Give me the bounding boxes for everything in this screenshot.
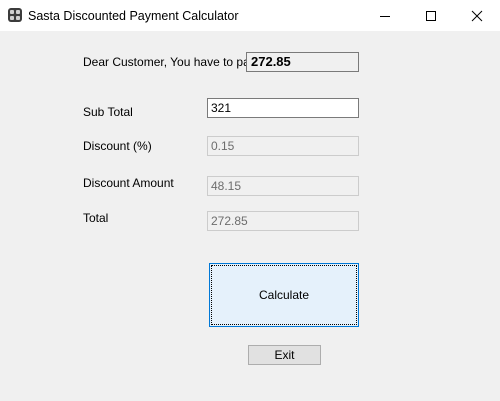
total-field: 272.85 bbox=[207, 211, 359, 231]
pay-amount-display: 272.85 bbox=[246, 52, 359, 72]
discount-amount-field: 48.15 bbox=[207, 176, 359, 196]
pay-label: Dear Customer, You have to pay bbox=[83, 55, 256, 69]
calculator-icon bbox=[8, 8, 22, 22]
close-button[interactable] bbox=[454, 0, 500, 31]
discount-percent-label: Discount (%) bbox=[83, 139, 152, 153]
app-window: Sasta Discounted Payment Calculator Dear… bbox=[0, 0, 500, 401]
maximize-button[interactable] bbox=[408, 0, 454, 31]
maximize-icon bbox=[426, 11, 436, 21]
discount-amount-label: Discount Amount bbox=[83, 176, 174, 190]
minimize-button[interactable] bbox=[362, 0, 408, 31]
exit-button[interactable]: Exit bbox=[248, 345, 321, 365]
subtotal-input[interactable]: 321 bbox=[207, 98, 359, 118]
calculate-button[interactable]: Calculate bbox=[209, 263, 359, 327]
title-bar[interactable]: Sasta Discounted Payment Calculator bbox=[0, 0, 500, 31]
discount-percent-field: 0.15 bbox=[207, 136, 359, 156]
close-icon bbox=[471, 10, 483, 22]
subtotal-label: Sub Total bbox=[83, 105, 133, 119]
window-title: Sasta Discounted Payment Calculator bbox=[28, 9, 239, 23]
minimize-icon bbox=[380, 16, 390, 17]
total-label: Total bbox=[83, 211, 109, 225]
